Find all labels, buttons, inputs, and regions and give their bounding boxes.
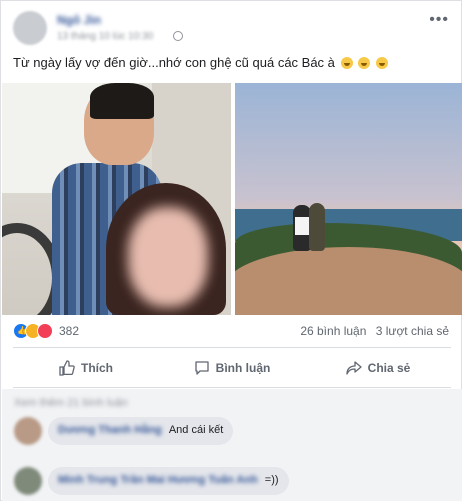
- commenter-name[interactable]: Dương Thanh Hằng: [58, 424, 162, 436]
- share-arrow-icon: [346, 361, 362, 375]
- privacy-globe-icon: [173, 31, 183, 41]
- thumbs-up-icon: [59, 360, 75, 376]
- comment-text: And cái kết: [168, 424, 224, 436]
- laughing-emoji-icon: [358, 57, 371, 69]
- comments-section: Xem thêm 21 bình luận Dương Thanh Hằng A…: [2, 389, 462, 501]
- man-hair: [90, 83, 154, 119]
- comment-button[interactable]: Bình luận: [159, 353, 305, 383]
- comment-label: Bình luận: [215, 361, 271, 375]
- rock: [235, 247, 462, 315]
- reaction-count[interactable]: 382: [59, 324, 79, 338]
- commenter-name[interactable]: Minh Trung Trần Mai Hương Tuấn Anh: [58, 474, 258, 486]
- share-button[interactable]: Chia sẻ: [305, 353, 451, 383]
- person-man: [309, 203, 325, 251]
- comment-share-counts: 26 bình luận 3 lượt chia sẻ: [294, 324, 449, 338]
- like-button[interactable]: Thích: [13, 353, 159, 383]
- comment-count[interactable]: 26 bình luận: [300, 324, 366, 338]
- view-more-comments-link[interactable]: Xem thêm 21 bình luận: [14, 397, 128, 409]
- post-stats: 382 26 bình luận 3 lượt chia sẻ: [13, 321, 453, 341]
- love-reaction-icon: [37, 323, 53, 339]
- post-text: Từ ngày lấy vợ đến giờ...nhớ con ghệ cũ …: [13, 55, 388, 70]
- action-bar: Thích Bình luận Chia sẻ: [13, 353, 451, 383]
- author-name[interactable]: Ngô Jin: [57, 13, 101, 27]
- comment-bubble: Minh Trung Trần Mai Hương Tuấn Anh =)): [48, 467, 289, 495]
- share-count[interactable]: 3 lượt chia sẻ: [376, 324, 449, 338]
- laughing-emoji-icon: [340, 57, 353, 69]
- comment-text: =)): [264, 474, 279, 486]
- post-timestamp[interactable]: 13 tháng 10 lúc 10:30: [57, 31, 153, 42]
- divider: [13, 387, 451, 388]
- laughing-emoji-icon: [375, 57, 388, 69]
- author-avatar[interactable]: [13, 11, 47, 45]
- post-card: Ngô Jin 13 tháng 10 lúc 10:30 ••• Từ ngà…: [0, 0, 462, 501]
- post-text-content: Từ ngày lấy vợ đến giờ...nhớ con ghệ cũ …: [13, 55, 335, 70]
- divider: [13, 347, 451, 348]
- post-header: Ngô Jin 13 tháng 10 lúc 10:30 •••: [13, 11, 453, 51]
- photo-car-couple[interactable]: [2, 83, 231, 315]
- commenter-avatar[interactable]: [14, 467, 42, 495]
- photo-seaside-couple[interactable]: [235, 83, 462, 315]
- comment-bubble-icon: [195, 361, 209, 375]
- woman-face-blurred: [128, 207, 208, 307]
- share-label: Chia sẻ: [367, 361, 411, 375]
- like-label: Thích: [81, 361, 113, 375]
- comment-bubble: Dương Thanh Hằng And cái kết: [48, 417, 234, 445]
- commenter-avatar[interactable]: [14, 417, 42, 445]
- more-options-icon[interactable]: •••: [429, 11, 449, 29]
